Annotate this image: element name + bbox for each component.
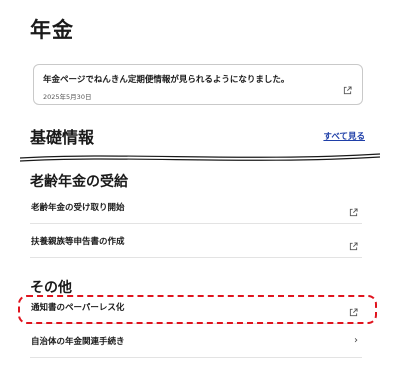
page-title: 年金: [30, 18, 74, 42]
list-item-municipal-procedures[interactable]: 自治体の年金関連手続き ›: [30, 324, 362, 358]
list-item-dependent-declaration[interactable]: 扶養親族等申告書の作成: [30, 224, 362, 258]
external-link-icon: [349, 202, 358, 221]
external-link-icon: [343, 80, 352, 99]
list-item-label: 老齢年金の受け取り開始: [31, 203, 125, 213]
external-link-icon: [349, 236, 358, 255]
highlight-annotation: [18, 295, 377, 324]
list-item-label: 扶養親族等申告書の作成: [31, 237, 125, 247]
chevron-right-icon: ›: [354, 335, 358, 346]
section-title-basic-info: 基礎情報: [30, 128, 95, 147]
notice-message: 年金ページでねんきん定期便情報が見られるようになりました。: [43, 75, 290, 85]
list-item-start-pension[interactable]: 老齢年金の受け取り開始: [30, 190, 362, 224]
section-title-old-age-pension: 老齢年金の受給: [30, 174, 128, 190]
notice-card[interactable]: 年金ページでねんきん定期便情報が見られるようになりました。 2025年5月30日: [33, 64, 363, 105]
notice-date: 2025年5月30日: [43, 93, 92, 101]
list-item-label: 自治体の年金関連手続き: [31, 337, 125, 347]
see-all-link[interactable]: すべて見る: [323, 130, 365, 142]
section-divider: [19, 153, 381, 162]
